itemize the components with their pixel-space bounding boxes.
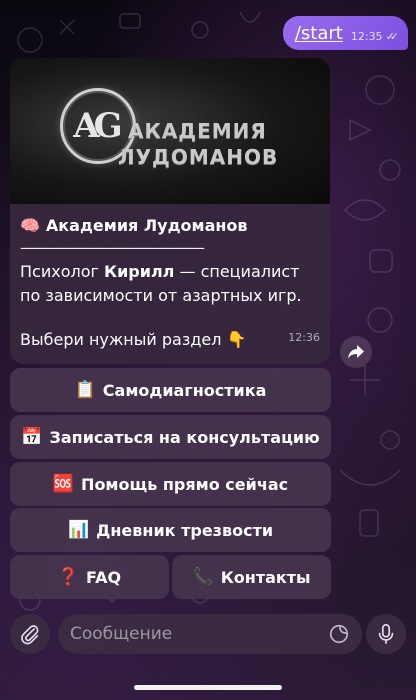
message-line-3-row: Выбери нужный раздел 👇 12:36 xyxy=(20,326,320,352)
banner-title: АКАДЕМИЯ ЛУДОМАНОВ xyxy=(118,118,278,170)
message-input-placeholder: Сообщение xyxy=(70,624,173,644)
brain-icon: 🧠 xyxy=(20,216,40,235)
faq-button[interactable]: ❓ FAQ xyxy=(10,555,169,599)
message-line-2: по зависимости от азартных игр. xyxy=(20,286,302,305)
clipboard-icon: 📋 xyxy=(74,380,96,400)
banner-title-line1: АКАДЕМИЯ xyxy=(128,119,267,143)
message-title-text: Академия Лудоманов xyxy=(45,216,248,235)
contacts-label: Контакты xyxy=(220,567,311,587)
phone-icon: 📞 xyxy=(192,567,214,587)
outgoing-message[interactable]: /start 12:35 ✓✓ xyxy=(282,16,408,50)
banner-image[interactable]: AG АКАДЕМИЯ ЛУДОМАНОВ xyxy=(10,58,330,204)
incoming-message[interactable]: AG АКАДЕМИЯ ЛУДОМАНОВ 🧠 Академия Лудоман… xyxy=(10,58,330,364)
incoming-time: 12:36 xyxy=(288,331,320,344)
outgoing-time: 12:35 xyxy=(350,29,383,43)
message-line-1: Психолог Кирилл — специалист xyxy=(20,260,320,284)
microphone-icon xyxy=(378,624,394,644)
line1-name: Кирилл xyxy=(104,262,175,281)
diary-button[interactable]: 📊 Дневник трезвости xyxy=(10,508,331,552)
voice-message-button[interactable] xyxy=(366,614,406,654)
consultation-label: Записаться на консультацию xyxy=(49,427,320,447)
message-text: 🧠 Академия Лудоманов —————————————— Псих… xyxy=(10,204,330,352)
line1-suffix: — специалист xyxy=(174,262,300,281)
paperclip-icon xyxy=(21,625,39,645)
self-diagnosis-label: Самодиагностика xyxy=(102,380,267,400)
line1-prefix: Психолог xyxy=(20,262,104,281)
outgoing-meta: 12:35 ✓✓ xyxy=(350,29,400,43)
home-indicator xyxy=(134,685,282,690)
message-line-3: Выбери нужный раздел 👇 xyxy=(20,330,247,349)
forward-button[interactable] xyxy=(340,336,372,368)
consultation-button[interactable]: 📅 Записаться на консультацию xyxy=(10,415,331,459)
self-diagnosis-button[interactable]: 📋 Самодиагностика xyxy=(10,368,331,412)
double-check-icon: ✓✓ xyxy=(385,29,400,43)
contacts-button[interactable]: 📞 Контакты xyxy=(172,555,331,599)
forward-icon xyxy=(348,345,364,359)
sticker-icon[interactable] xyxy=(328,623,350,645)
message-input[interactable]: Сообщение xyxy=(58,614,362,654)
faq-label: FAQ xyxy=(86,567,122,587)
calendar-icon: 📅 xyxy=(21,427,43,447)
diary-label: Дневник трезвости xyxy=(96,520,274,540)
attach-button[interactable] xyxy=(10,614,50,654)
help-now-label: Помощь прямо сейчас xyxy=(81,474,289,494)
message-gap xyxy=(20,308,320,326)
sos-icon: 🆘 xyxy=(52,474,75,494)
banner-title-line2: ЛУДОМАНОВ xyxy=(118,145,279,169)
help-now-button[interactable]: 🆘 Помощь прямо сейчас xyxy=(10,462,331,506)
message-title: 🧠 Академия Лудоманов xyxy=(20,214,320,238)
question-icon: ❓ xyxy=(57,567,80,587)
message-divider: —————————————— xyxy=(20,238,205,257)
logo-letters: AG xyxy=(73,106,122,146)
start-command-link[interactable]: /start xyxy=(295,23,343,44)
chart-icon: 📊 xyxy=(67,520,90,540)
